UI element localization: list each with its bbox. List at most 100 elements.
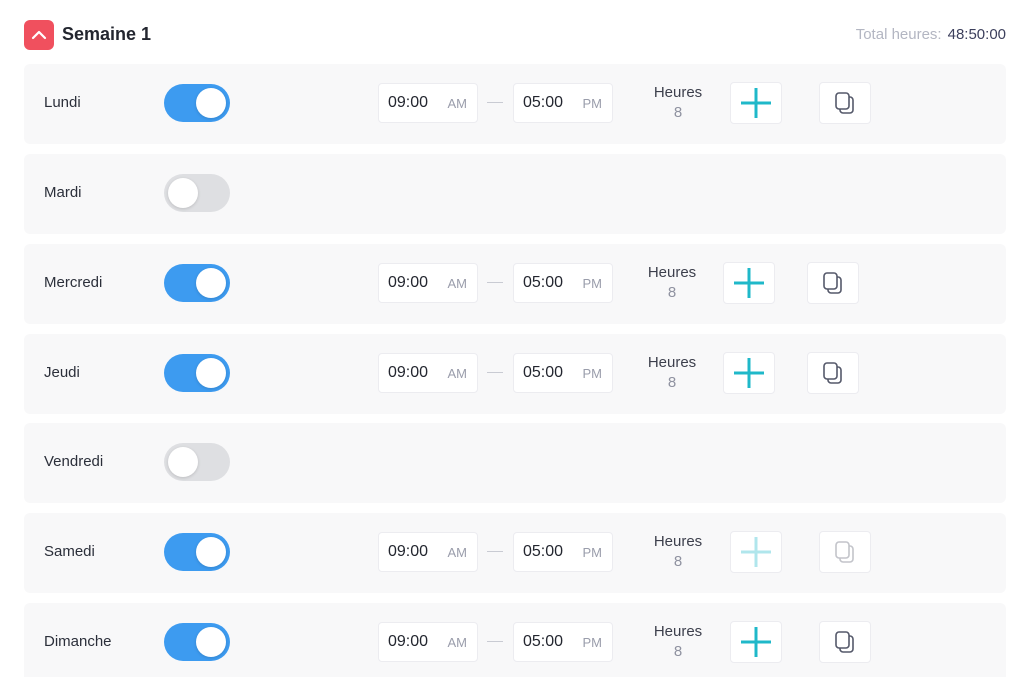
hours-label: Heures: [653, 623, 703, 640]
day-name: Dimanche: [44, 633, 112, 650]
day-row-dimanche: Dimanche 09:00 AM 05:00 PM Heures 8: [24, 603, 1006, 677]
start-time-input[interactable]: 09:00 AM: [378, 532, 478, 572]
copy-button[interactable]: [819, 82, 871, 124]
day-toggle[interactable]: [164, 443, 230, 481]
copy-icon: [835, 92, 854, 114]
start-time-input[interactable]: 09:00 AM: [378, 83, 478, 123]
day-toggle[interactable]: [164, 533, 230, 571]
copy-button[interactable]: [807, 352, 859, 394]
end-time-input[interactable]: 05:00 PM: [513, 263, 613, 303]
end-time-value: 05:00: [523, 274, 564, 291]
hours-summary: Heures 8: [637, 354, 707, 391]
end-time-input[interactable]: 05:00 PM: [513, 353, 613, 393]
hours-value: 8: [667, 374, 677, 391]
day-toggle[interactable]: [164, 264, 230, 302]
end-time-input[interactable]: 05:00 PM: [513, 83, 613, 123]
end-period: PM: [582, 276, 603, 291]
hours-summary: Heures 8: [643, 623, 713, 660]
add-slot-button[interactable]: [730, 82, 782, 124]
copy-button[interactable]: [819, 531, 871, 573]
toggle-knob: [196, 358, 226, 388]
hours-value: 8: [673, 104, 683, 121]
copy-icon: [823, 272, 842, 294]
day-toggle[interactable]: [164, 623, 230, 661]
end-period: PM: [582, 366, 603, 381]
copy-icon: [835, 631, 854, 653]
add-slot-button[interactable]: [730, 621, 782, 663]
hours-summary: Heures 8: [637, 264, 707, 301]
collapse-week-button[interactable]: [24, 20, 54, 50]
chevron-up-icon: [31, 30, 47, 40]
start-period: AM: [447, 276, 468, 291]
hours-label: Heures: [653, 84, 703, 101]
end-period: PM: [582, 545, 603, 560]
hours-label: Heures: [647, 264, 697, 281]
total-hours-value: 48:50:00: [947, 26, 1006, 43]
time-separator: [487, 641, 503, 642]
start-time-input[interactable]: 09:00 AM: [378, 353, 478, 393]
end-time-input[interactable]: 05:00 PM: [513, 622, 613, 662]
day-row-jeudi: Jeudi 09:00 AM 05:00 PM Heures 8: [24, 334, 1006, 414]
start-time-input[interactable]: 09:00 AM: [378, 622, 478, 662]
plus-icon: [741, 627, 771, 657]
day-row-lundi: Lundi 09:00 AM 05:00 PM Heures 8: [24, 64, 1006, 144]
start-time-value: 09:00: [388, 364, 429, 381]
schedule-page: Semaine 1 Total heures: 48:50:00 Lundi 09…: [0, 0, 1024, 677]
hours-label: Heures: [647, 354, 697, 371]
toggle-knob: [196, 627, 226, 657]
hours-summary: Heures 8: [643, 84, 713, 121]
toggle-knob: [168, 178, 198, 208]
day-toggle[interactable]: [164, 84, 230, 122]
start-time-value: 09:00: [388, 543, 429, 560]
copy-icon: [823, 362, 842, 384]
week-header: Semaine 1 Total heures: 48:50:00: [24, 19, 1006, 51]
add-slot-button[interactable]: [723, 262, 775, 304]
day-row-vendredi: Vendredi: [24, 423, 1006, 503]
day-name: Jeudi: [44, 364, 80, 381]
day-name: Lundi: [44, 94, 81, 111]
copy-button[interactable]: [807, 262, 859, 304]
day-name: Mardi: [44, 184, 82, 201]
add-slot-button[interactable]: [723, 352, 775, 394]
start-time-input[interactable]: 09:00 AM: [378, 263, 478, 303]
end-time-value: 05:00: [523, 94, 564, 111]
day-row-samedi: Samedi 09:00 AM 05:00 PM Heures 8: [24, 513, 1006, 593]
start-period: AM: [447, 366, 468, 381]
time-separator: [487, 551, 503, 552]
day-name: Mercredi: [44, 274, 103, 291]
day-toggle[interactable]: [164, 354, 230, 392]
hours-value: 8: [673, 643, 683, 660]
week-title: Semaine 1: [62, 24, 152, 44]
hours-label: Heures: [653, 533, 703, 550]
plus-icon: [734, 358, 764, 388]
toggle-knob: [196, 88, 226, 118]
day-name: Samedi: [44, 543, 95, 560]
total-hours-label: Total heures:: [855, 26, 942, 43]
start-period: AM: [447, 635, 468, 650]
hours-value: 8: [667, 284, 677, 301]
total-hours: Total heures: 48:50:00: [856, 26, 1006, 43]
toggle-knob: [196, 537, 226, 567]
day-name: Vendredi: [44, 453, 104, 470]
start-time-value: 09:00: [388, 274, 429, 291]
end-period: PM: [582, 635, 603, 650]
plus-icon: [741, 88, 771, 118]
add-slot-button[interactable]: [730, 531, 782, 573]
start-time-value: 09:00: [388, 94, 429, 111]
plus-icon: [741, 537, 771, 567]
end-period: PM: [582, 96, 603, 111]
end-time-value: 05:00: [523, 364, 564, 381]
hours-value: 8: [673, 553, 683, 570]
time-separator: [487, 372, 503, 373]
start-period: AM: [447, 96, 468, 111]
end-time-value: 05:00: [523, 543, 564, 560]
day-row-mercredi: Mercredi 09:00 AM 05:00 PM Heures 8: [24, 244, 1006, 324]
start-period: AM: [447, 545, 468, 560]
day-row-mardi: Mardi: [24, 154, 1006, 234]
time-separator: [487, 102, 503, 103]
end-time-input[interactable]: 05:00 PM: [513, 532, 613, 572]
end-time-value: 05:00: [523, 633, 564, 650]
day-toggle[interactable]: [164, 174, 230, 212]
copy-button[interactable]: [819, 621, 871, 663]
copy-icon: [835, 541, 854, 563]
